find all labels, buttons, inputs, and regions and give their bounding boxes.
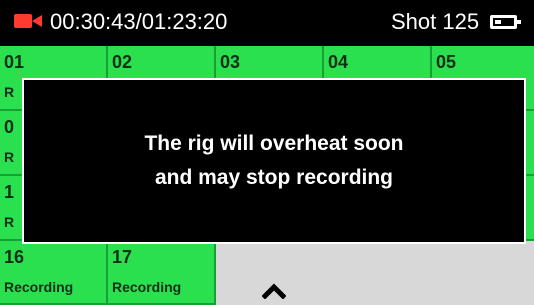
alert-message: The rig will overheat soon and may stop … [24, 127, 524, 195]
cell-number: 16 [4, 247, 25, 267]
chevron-up-icon[interactable] [262, 283, 286, 299]
alert-line-2: and may stop recording [154, 166, 394, 189]
cell-number: 04 [328, 52, 349, 72]
cell-number: 01 [4, 52, 25, 72]
cell-number: 0 [4, 117, 15, 137]
cell-number: 17 [112, 247, 133, 267]
cell-number: 03 [220, 52, 241, 72]
timecode: 00:30:43/01:23:20 [50, 9, 228, 34]
grid-cell-17[interactable]: 17 Recording [108, 241, 216, 305]
cell-status: Recording [112, 279, 182, 295]
cell-number: 02 [112, 52, 133, 72]
cell-status: R [4, 84, 15, 100]
alert-line-1: The rig will overheat soon [144, 132, 404, 155]
cell-status: R [4, 214, 15, 230]
cell-number: 1 [4, 182, 15, 202]
overheat-alert[interactable]: The rig will overheat soon and may stop … [22, 78, 526, 244]
shot-label: Shot 125 [391, 9, 480, 34]
cell-status: Recording [4, 279, 74, 295]
battery-icon [490, 15, 521, 29]
status-bar: 00:30:43/01:23:20 Shot 125 [0, 0, 534, 46]
cell-number: 05 [436, 52, 457, 72]
video-camera-icon [14, 14, 42, 28]
cell-status: R [4, 149, 15, 165]
grid-cell-16[interactable]: 16 Recording [0, 241, 108, 305]
